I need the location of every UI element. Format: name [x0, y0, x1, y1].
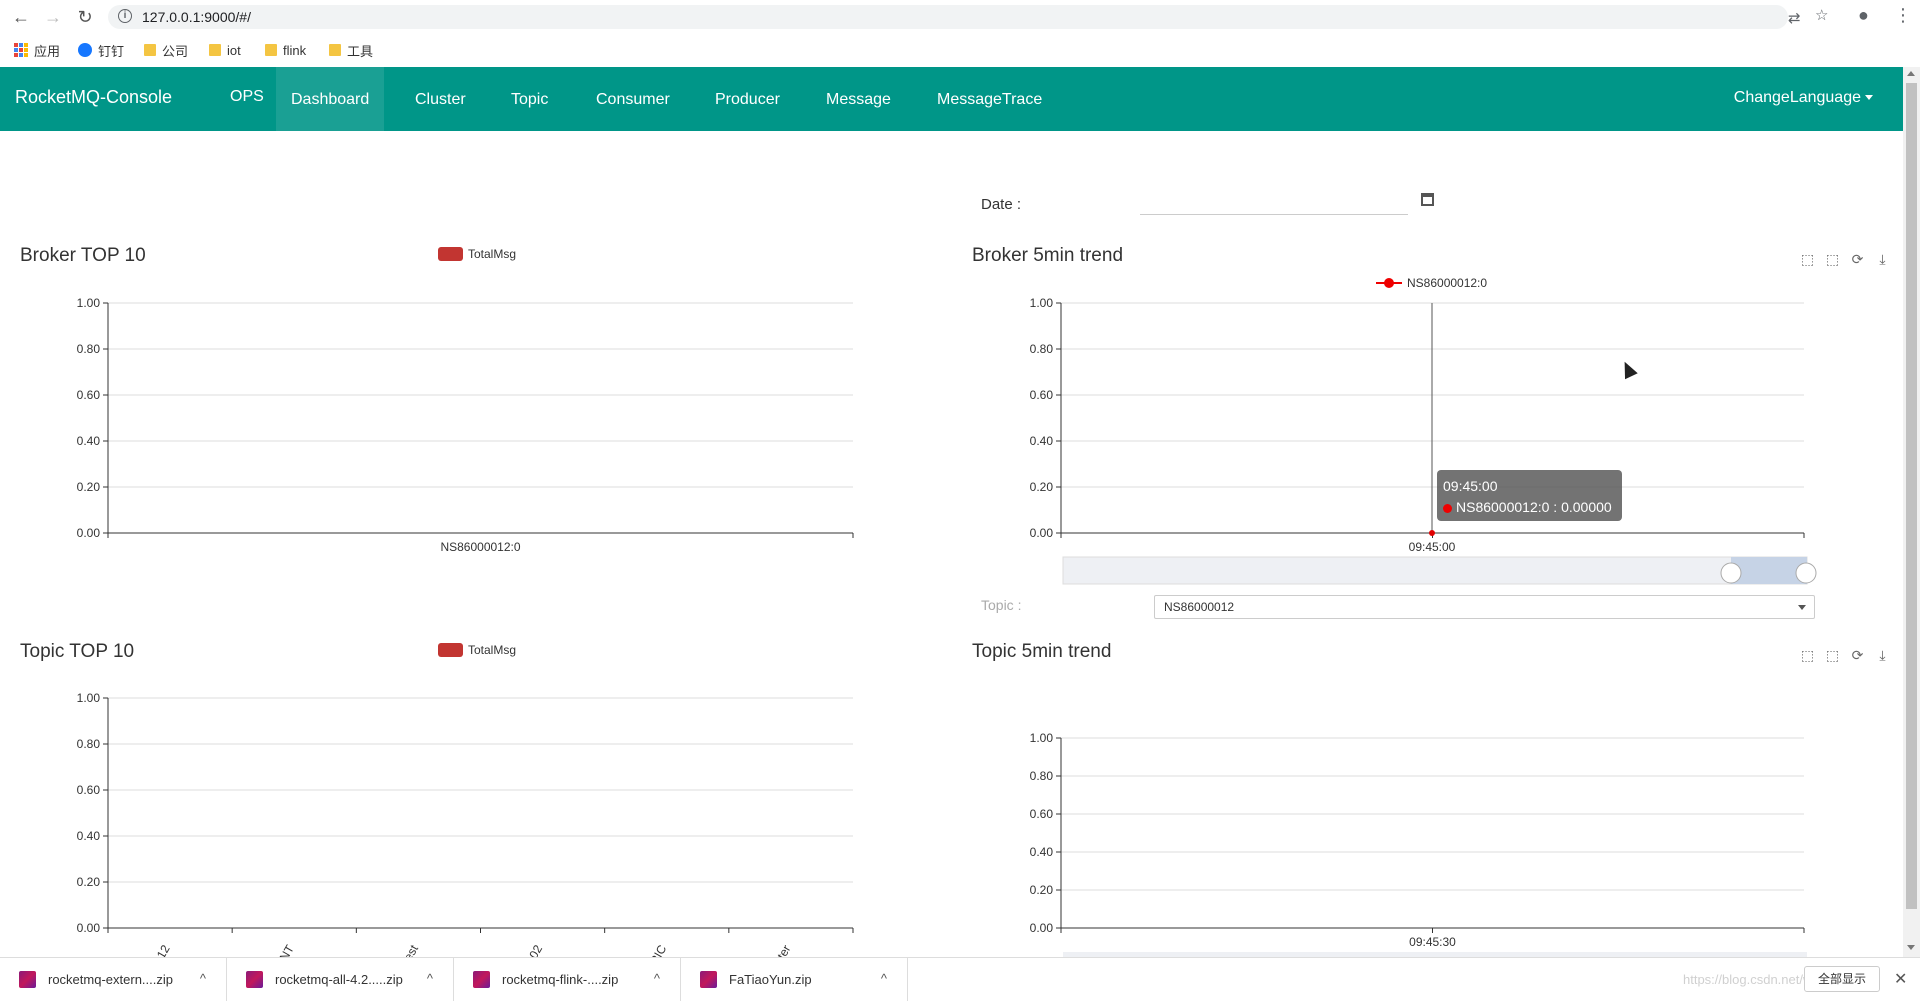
broker-trend-point	[1429, 530, 1435, 536]
topic-top10-x-label: ster	[771, 943, 793, 958]
winrar-archive-icon	[19, 971, 36, 988]
topic-trend-y-tick-label: 1.00	[1030, 731, 1054, 745]
broker-top10-x-label: NS86000012:0	[440, 540, 520, 554]
folder-icon	[144, 44, 156, 56]
download-item[interactable]: rocketmq-extern....zip ^	[0, 958, 227, 1001]
scroll-down-icon[interactable]	[1907, 945, 1915, 950]
show-all-downloads-button[interactable]: 全部显示	[1804, 966, 1880, 992]
bookmark-folder-tools[interactable]: 工具	[329, 41, 373, 59]
broker-trend-y-tick-label: 0.80	[1030, 342, 1054, 356]
translate-icon[interactable]: ⇄	[1788, 9, 1801, 27]
folder-icon	[209, 44, 221, 56]
scroll-up-icon[interactable]	[1907, 71, 1915, 76]
broker-top10-y-tick-label: 0.80	[77, 342, 101, 356]
topic-top10-y-tick-label: 0.20	[77, 875, 101, 889]
winrar-archive-icon	[246, 971, 263, 988]
topic-trend-x-label: 09:45:30	[1409, 935, 1456, 949]
bookmark-apps[interactable]: 应用	[14, 41, 60, 59]
dingtalk-icon	[78, 43, 92, 57]
downloads-bar: rocketmq-extern....zip ^ rocketmq-all-4.…	[0, 957, 1920, 1001]
back-icon[interactable]: ←	[10, 6, 32, 28]
series-dot-icon	[1443, 504, 1452, 513]
browser-menu-icon[interactable]: ⋮	[1894, 5, 1912, 26]
topic-top10-y-tick-label: 0.60	[77, 783, 101, 797]
close-icon[interactable]: ✕	[1894, 969, 1907, 989]
zoom-handle-right-icon	[1795, 562, 1817, 584]
chevron-up-icon[interactable]: ^	[200, 971, 206, 986]
topic-top10-x-label: 102	[523, 942, 545, 957]
account-icon[interactable]: ●	[1858, 5, 1869, 26]
topic-trend-y-tick-label: 0.60	[1030, 807, 1054, 821]
chevron-up-icon[interactable]: ^	[427, 971, 433, 986]
topic-top10-x-label: OPIC	[643, 942, 670, 957]
download-item[interactable]: rocketmq-all-4.2.....zip ^	[227, 958, 454, 1001]
chart-tooltip: 09:45:00 NS86000012:0 : 0.00000	[1437, 470, 1622, 521]
chevron-up-icon[interactable]: ^	[881, 971, 887, 986]
broker-top10-y-tick-label: 0.20	[77, 480, 101, 494]
topic-top10-x-label: 012	[151, 942, 173, 957]
broker-trend-y-tick-label: 0.20	[1030, 480, 1054, 494]
topic-top10-x-label: ENT	[273, 942, 297, 957]
topic-top10-x-label: Test	[398, 942, 421, 957]
download-item[interactable]: rocketmq-flink-....zip ^	[454, 958, 681, 1001]
broker-trend-x-label: 09:45:00	[1409, 540, 1456, 554]
url-text[interactable]: 127.0.0.1:9000/#/	[142, 9, 251, 25]
winrar-archive-icon	[473, 971, 490, 988]
bookmark-folder-company[interactable]: 公司	[144, 41, 188, 59]
page-scrollbar[interactable]	[1903, 67, 1920, 957]
broker-trend-zoom-window	[1731, 557, 1807, 584]
forward-icon[interactable]: →	[42, 6, 64, 28]
broker-trend-y-tick-label: 0.40	[1030, 434, 1054, 448]
topic-top10-y-tick-label: 0.80	[77, 737, 101, 751]
topic-top10-y-tick-label: 1.00	[77, 691, 101, 705]
broker-top10-y-tick-label: 0.40	[77, 434, 101, 448]
topic-top10-y-tick-label: 0.40	[77, 829, 101, 843]
folder-icon	[265, 44, 277, 56]
zoom-handle-left-icon	[1720, 562, 1742, 584]
topic-top10-y-tick-label: 0.00	[77, 921, 101, 935]
apps-grid-icon	[14, 43, 28, 57]
topic-trend-y-tick-label: 0.80	[1030, 769, 1054, 783]
topic-trend-y-tick-label: 0.20	[1030, 883, 1054, 897]
scroll-thumb[interactable]	[1906, 83, 1917, 909]
bookmark-dingtalk[interactable]: 钉钉	[78, 41, 124, 59]
bookmark-star-icon[interactable]: ☆	[1815, 6, 1828, 24]
topic-trend-y-tick-label: 0.40	[1030, 845, 1054, 859]
broker-trend-y-tick-label: 0.00	[1030, 526, 1054, 540]
broker-trend-zoom-track	[1062, 556, 1808, 585]
browser-toolbar: ← → ↻ i 127.0.0.1:9000/#/ ⇄ ☆ ● ⋮	[0, 0, 1920, 34]
reload-icon[interactable]: ↻	[74, 6, 96, 28]
bookmark-folder-iot[interactable]: iot	[209, 41, 241, 59]
winrar-archive-icon	[700, 971, 717, 988]
folder-icon	[329, 44, 341, 56]
broker-top10-y-tick-label: 1.00	[77, 296, 101, 310]
download-item[interactable]: FaTiaoYun.zip ^	[681, 958, 908, 1001]
chevron-up-icon[interactable]: ^	[654, 971, 660, 986]
address-bar[interactable]: i 127.0.0.1:9000/#/ ⇄	[108, 5, 1801, 29]
bookmarks-bar: 应用 钉钉 公司 iot flink 工具	[0, 34, 1920, 66]
broker-trend-y-tick-label: 0.60	[1030, 388, 1054, 402]
site-info-icon[interactable]: i	[118, 9, 132, 23]
topic-trend-y-tick-label: 0.00	[1030, 921, 1054, 935]
broker-trend-y-tick-label: 1.00	[1030, 296, 1054, 310]
bookmark-folder-flink[interactable]: flink	[265, 41, 306, 59]
broker-top10-y-tick-label: 0.00	[77, 526, 101, 540]
broker-top10-y-tick-label: 0.60	[77, 388, 101, 402]
